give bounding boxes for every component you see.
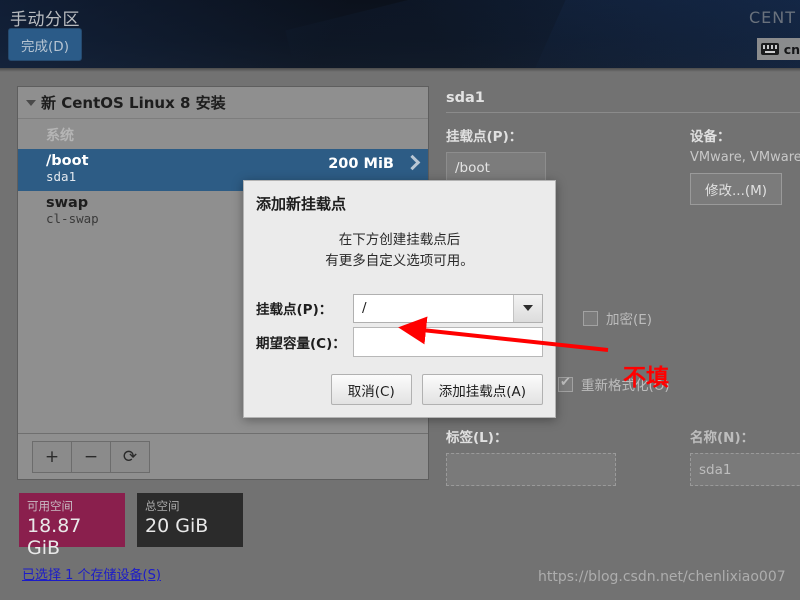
- keyboard-layout-indicator[interactable]: cn: [756, 38, 800, 60]
- top-header-bar: 手动分区 完成(D) CENT cn: [0, 0, 800, 68]
- mount-point-label: 挂载点(P)：: [446, 129, 523, 145]
- dialog-capacity-input[interactable]: [353, 326, 543, 357]
- dialog-cancel-button[interactable]: 取消(C): [330, 374, 412, 405]
- dialog-capacity-label: 期望容量(C)：: [256, 335, 346, 352]
- refresh-partitions-button[interactable]: ⟳: [110, 440, 150, 473]
- divider: [446, 112, 800, 113]
- installer-screen: 手动分区 完成(D) CENT cn 新 CentOS Linux 8 安装 系…: [0, 0, 800, 600]
- header-shadow: [0, 68, 800, 72]
- available-space-box: 可用空间 18.87 GiB: [19, 493, 125, 559]
- reformat-checkbox[interactable]: [558, 375, 573, 392]
- partition-toolbar: + − ⟳: [18, 433, 428, 479]
- total-space-caption: 总空间: [145, 499, 180, 513]
- name-field-label: 名称(N)：: [690, 430, 755, 446]
- page-title: 手动分区: [10, 10, 80, 30]
- keyboard-layout-label: cn: [783, 41, 800, 57]
- available-space-value: 18.87 GiB: [27, 515, 82, 559]
- selected-storage-devices-link[interactable]: 已选择 1 个存储设备(S): [22, 564, 161, 583]
- label-field-label: 标签(L)：: [446, 430, 508, 446]
- watermark: https://blog.csdn.net/chenlixiao007: [538, 569, 786, 585]
- dialog-mount-point-select[interactable]: /: [353, 293, 543, 323]
- dialog-capacity-row: 期望容量(C)：: [244, 326, 555, 357]
- chevron-down-icon[interactable]: [26, 99, 36, 106]
- add-mount-point-dialog: 添加新挂载点 在下方创建挂载点后 有更多自定义选项可用。 挂载点(P)： / 期…: [243, 180, 556, 418]
- available-space-caption: 可用空间: [27, 499, 73, 513]
- remove-partition-button[interactable]: −: [71, 440, 111, 473]
- dialog-mount-point-label: 挂载点(P)：: [256, 302, 333, 319]
- label-input[interactable]: [446, 453, 616, 486]
- dialog-description: 在下方创建挂载点后 有更多自定义选项可用。: [244, 230, 555, 272]
- device-title: sda1: [446, 90, 485, 106]
- modify-device-button[interactable]: 修改...(M): [690, 173, 783, 205]
- done-button[interactable]: 完成(D): [8, 28, 82, 61]
- chevron-down-icon[interactable]: [513, 294, 542, 322]
- keyboard-icon: [760, 43, 779, 55]
- dialog-title: 添加新挂载点: [256, 195, 347, 213]
- brand-label: CENT: [748, 8, 796, 27]
- dialog-mount-point-row: 挂载点(P)： /: [244, 293, 555, 323]
- space-summary: 可用空间 18.87 GiB 总空间 20 GiB: [19, 493, 243, 559]
- total-space-value: 20 GiB: [145, 515, 209, 537]
- annotation-label: 不填: [623, 365, 669, 391]
- encrypt-checkbox-row[interactable]: 加密(E): [583, 308, 652, 328]
- installation-tree-label: 新 CentOS Linux 8 安装: [41, 94, 226, 112]
- partition-size: 200 MiB: [328, 156, 394, 172]
- device-label: 设备：: [690, 129, 731, 145]
- partition-group-label: 系统: [46, 128, 74, 144]
- dialog-mount-point-value: /: [362, 300, 367, 317]
- device-value: VMware, VMware V: [690, 150, 800, 165]
- total-space-box: 总空间 20 GiB: [137, 493, 243, 547]
- dialog-description-line1: 在下方创建挂载点后: [338, 232, 461, 248]
- dialog-confirm-button[interactable]: 添加挂载点(A): [421, 374, 543, 405]
- dialog-button-bar: 取消(C) 添加挂载点(A): [330, 374, 543, 405]
- add-partition-button[interactable]: +: [32, 440, 72, 473]
- encrypt-label: 加密(E): [606, 312, 653, 328]
- name-input[interactable]: sda1: [690, 453, 800, 486]
- encrypt-checkbox[interactable]: [583, 310, 598, 326]
- installation-tree-header[interactable]: 新 CentOS Linux 8 安装: [18, 87, 428, 119]
- dialog-description-line2: 有更多自定义选项可用。: [325, 252, 474, 269]
